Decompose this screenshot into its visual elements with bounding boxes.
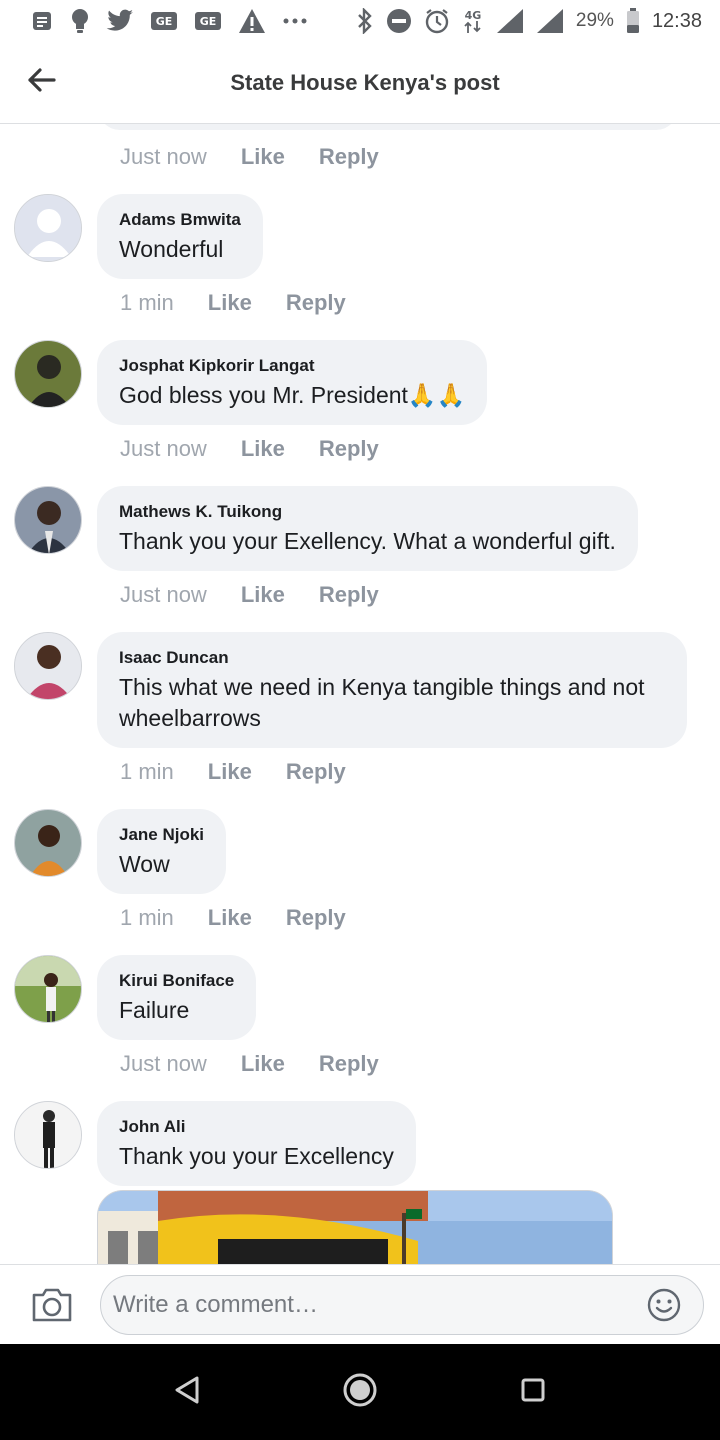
comment-actions: 1 min Like Reply bbox=[120, 759, 346, 785]
svg-text:GE: GE bbox=[156, 15, 173, 28]
reply-button[interactable]: Reply bbox=[286, 905, 346, 931]
notes-icon bbox=[30, 8, 54, 34]
like-button[interactable]: Like bbox=[241, 436, 285, 462]
nav-recents-icon bbox=[520, 1377, 546, 1408]
reply-button[interactable]: Reply bbox=[319, 144, 379, 170]
avatar[interactable] bbox=[14, 194, 82, 262]
comment-actions: Just now Like Reply bbox=[120, 1051, 379, 1077]
comment-author[interactable]: Jane Njoki bbox=[119, 825, 204, 845]
comment-bubble[interactable]: Isaac Duncan This what we need in Kenya … bbox=[97, 632, 687, 748]
post-header: State House Kenya's post bbox=[0, 42, 720, 124]
comment-composer bbox=[0, 1264, 720, 1344]
more-icon bbox=[282, 8, 308, 34]
twitter-icon bbox=[106, 8, 134, 34]
comment-time: Just now bbox=[120, 1051, 207, 1076]
reply-button[interactable]: Reply bbox=[319, 1051, 379, 1077]
comment-actions: Just now Like Reply bbox=[120, 144, 379, 170]
comment-text: Wonderful bbox=[119, 236, 224, 262]
like-button[interactable]: Like bbox=[208, 905, 252, 931]
nav-back-icon bbox=[173, 1375, 201, 1410]
dnd-icon bbox=[386, 8, 412, 34]
emoji-button[interactable] bbox=[646, 1287, 682, 1323]
comment-author[interactable]: Josphat Kipkorir Langat bbox=[119, 356, 465, 376]
bluetooth-icon bbox=[356, 8, 374, 34]
comment-bubble[interactable]: Jane Njoki Wow bbox=[97, 809, 227, 894]
comment-actions: Just now Like Reply bbox=[120, 582, 379, 608]
comment-author[interactable]: Isaac Duncan bbox=[119, 648, 665, 668]
comment-text: God bless you Mr. President🙏🙏 bbox=[119, 382, 466, 408]
comment-time: Just now bbox=[120, 582, 207, 607]
comment-text: Wow bbox=[119, 851, 170, 877]
status-bar-system: 4G 29% 12:38 bbox=[356, 8, 702, 34]
comment-text: Thank you your Excellency bbox=[119, 1143, 394, 1169]
battery-percent: 29% bbox=[575, 10, 614, 31]
back-button[interactable] bbox=[22, 62, 62, 102]
avatar[interactable] bbox=[14, 955, 82, 1023]
reply-button[interactable]: Reply bbox=[286, 759, 346, 785]
comment-actions: 1 min Like Reply bbox=[120, 290, 346, 316]
alarm-icon bbox=[424, 8, 450, 34]
camera-button[interactable] bbox=[30, 1285, 74, 1325]
network-type-icon: 4G bbox=[462, 8, 484, 34]
signal-icon bbox=[496, 8, 524, 34]
comment-bubble[interactable]: Josphat Kipkorir Langat God bless you Mr… bbox=[97, 340, 488, 425]
comment-list[interactable]: Just now Like Reply Adams Bmwita Wonderf… bbox=[0, 124, 720, 1264]
like-button[interactable]: Like bbox=[241, 1051, 285, 1077]
avatar[interactable] bbox=[14, 1101, 82, 1169]
comment-time: 1 min bbox=[120, 759, 174, 784]
nav-recents-button[interactable] bbox=[509, 1368, 557, 1416]
comment-author[interactable]: Adams Bmwita bbox=[119, 210, 241, 230]
previous-comment-bubble bbox=[98, 124, 678, 130]
nav-back-button[interactable] bbox=[163, 1368, 211, 1416]
avatar[interactable] bbox=[14, 486, 82, 554]
android-nav-bar bbox=[0, 1344, 720, 1440]
comment-actions: Just now Like Reply bbox=[120, 436, 379, 462]
ge-icon: GE bbox=[150, 8, 178, 34]
page-title: State House Kenya's post bbox=[230, 69, 500, 95]
avatar[interactable] bbox=[14, 340, 82, 408]
comment-time: Just now bbox=[120, 436, 207, 461]
like-button[interactable]: Like bbox=[241, 144, 285, 170]
status-bar-notifications: GE GE bbox=[30, 8, 308, 34]
comment-time: Just now bbox=[120, 144, 207, 169]
comment-photo[interactable] bbox=[97, 1190, 613, 1264]
comment-author[interactable]: Kirui Boniface bbox=[119, 971, 234, 991]
signal-icon bbox=[536, 8, 564, 34]
comment-text: Failure bbox=[119, 997, 190, 1023]
bulb-icon bbox=[70, 8, 90, 34]
ge-icon: GE bbox=[194, 8, 222, 34]
comment-bubble[interactable]: John Ali Thank you your Excellency bbox=[97, 1101, 416, 1186]
comment-author[interactable]: John Ali bbox=[119, 1117, 394, 1137]
camera-icon bbox=[30, 1288, 74, 1329]
comment-bubble[interactable]: Kirui Boniface Failure bbox=[97, 955, 257, 1040]
clock: 12:38 bbox=[651, 9, 702, 32]
comment-text: This what we need in Kenya tangible thin… bbox=[119, 674, 645, 731]
nav-home-icon bbox=[342, 1372, 378, 1413]
reply-button[interactable]: Reply bbox=[319, 582, 379, 608]
svg-text:4G: 4G bbox=[465, 9, 482, 22]
comment-bubble[interactable]: Adams Bmwita Wonderful bbox=[97, 194, 263, 279]
comment-input[interactable] bbox=[100, 1275, 704, 1335]
comment-time: 1 min bbox=[120, 290, 174, 315]
reply-button[interactable]: Reply bbox=[319, 436, 379, 462]
like-button[interactable]: Like bbox=[241, 582, 285, 608]
emoji-icon bbox=[646, 1288, 682, 1327]
avatar[interactable] bbox=[14, 632, 82, 700]
battery-icon bbox=[626, 8, 640, 34]
back-arrow-icon bbox=[28, 67, 56, 97]
comment-bubble[interactable]: Mathews K. Tuikong Thank you your Exelle… bbox=[97, 486, 638, 571]
avatar[interactable] bbox=[14, 809, 82, 877]
nav-home-button[interactable] bbox=[336, 1368, 384, 1416]
like-button[interactable]: Like bbox=[208, 759, 252, 785]
comment-author[interactable]: Mathews K. Tuikong bbox=[119, 502, 616, 522]
like-button[interactable]: Like bbox=[208, 290, 252, 316]
svg-text:GE: GE bbox=[200, 15, 217, 28]
warning-icon bbox=[238, 8, 266, 34]
status-bar: GE GE 4G 29% 12:38 bbox=[0, 0, 720, 42]
comment-time: 1 min bbox=[120, 905, 174, 930]
comment-actions: 1 min Like Reply bbox=[120, 905, 346, 931]
comment-text: Thank you your Exellency. What a wonderf… bbox=[119, 528, 616, 554]
reply-button[interactable]: Reply bbox=[286, 290, 346, 316]
